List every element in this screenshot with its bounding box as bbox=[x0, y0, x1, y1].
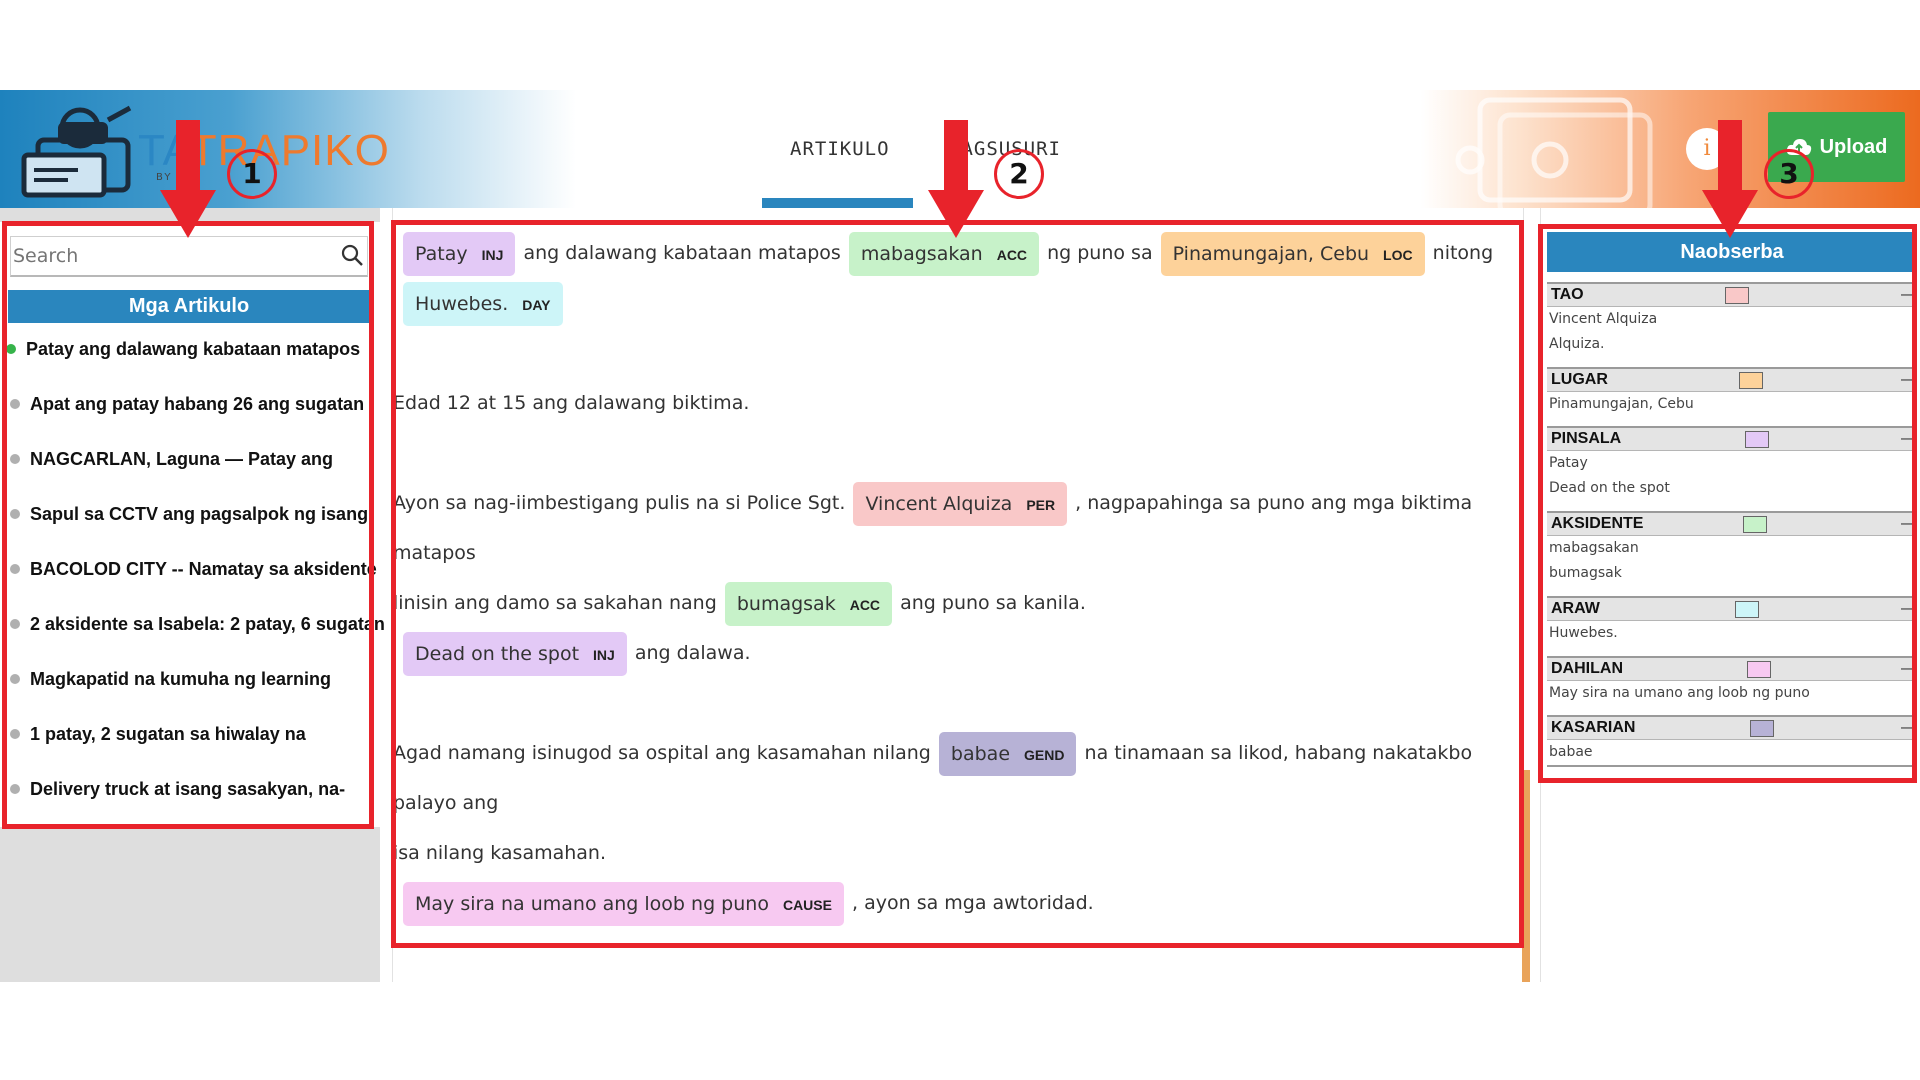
annotation-number-1: 1 bbox=[227, 149, 277, 199]
header-decoration-icon bbox=[1455, 97, 1653, 208]
logo-icon bbox=[21, 105, 132, 198]
annotation-box-3 bbox=[1538, 224, 1917, 783]
annotation-number-2: 2 bbox=[994, 149, 1044, 199]
arrow-down-icon bbox=[928, 120, 984, 238]
active-tab-indicator bbox=[762, 198, 913, 208]
arrow-down-icon bbox=[1702, 120, 1758, 238]
arrow-down-icon bbox=[160, 120, 216, 238]
annotation-box-2 bbox=[391, 220, 1524, 948]
tab-artikulo[interactable]: ARTIKULO bbox=[790, 138, 890, 160]
annotation-box-1 bbox=[2, 221, 374, 829]
annotation-number-3: 3 bbox=[1764, 149, 1814, 199]
upload-label: Upload bbox=[1819, 135, 1888, 158]
